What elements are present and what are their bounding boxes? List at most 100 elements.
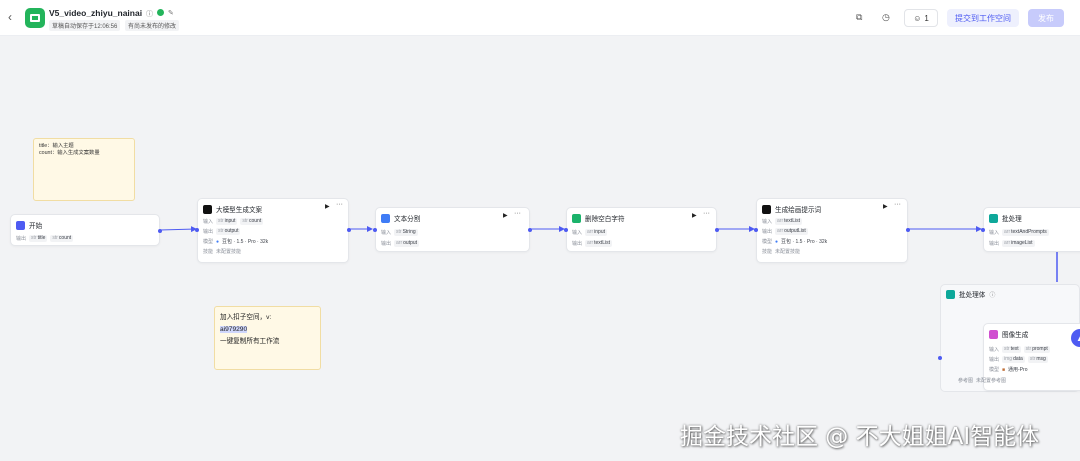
llm-icon <box>203 204 212 214</box>
param-chip: strtitle <box>29 235 48 242</box>
param-chip: strinput <box>216 218 238 225</box>
row-label: 输出 <box>16 236 27 242</box>
publish-button[interactable]: 发布 <box>1028 9 1064 27</box>
param-chip: arroutputList <box>775 228 808 235</box>
edge-start-llm1 <box>159 226 197 233</box>
row-label: 输出 <box>381 241 392 247</box>
history-icon[interactable]: ◷ <box>882 12 890 23</box>
node-text-split[interactable]: 文本分割 ▶ ··· 输入 strString 输出 arroutput <box>373 207 532 252</box>
node-remove-whitespace[interactable]: 删除空白字符 ▶ ··· 输入 arrinput 输出 arrtextList <box>564 207 719 252</box>
output-handle[interactable] <box>715 228 719 232</box>
collaborators-count: 1 <box>924 13 929 23</box>
workflow-logo-icon <box>25 8 45 28</box>
input-handle[interactable] <box>754 228 758 232</box>
param-chip: arrimageList <box>1002 240 1035 247</box>
skill-value: 未配置技能 <box>775 249 801 255</box>
batch-body-icon <box>946 289 955 299</box>
autosave-status: 草稿自动保存于12:06:56 <box>49 20 121 31</box>
param-chip: strString <box>394 229 418 236</box>
more-icon[interactable]: ··· <box>894 201 901 208</box>
row-label: 输出 <box>572 241 583 247</box>
node-title: 生成绘画提示词 <box>775 207 822 214</box>
start-icon <box>16 220 25 230</box>
node-batch[interactable]: 批处理 输入 arrtextAndPrompts 输出 arrimageList <box>981 207 1080 252</box>
param-chip: arrtextList <box>585 240 612 247</box>
node-llm-copywriting[interactable]: 大模型生成文案 ▶ ··· 输入 strinput strcount 输出 st… <box>195 198 351 263</box>
note-line-title: title：输入主题 <box>39 143 74 149</box>
param-chip: arrtextAndPrompts <box>1002 229 1049 236</box>
users-icon: ☺ <box>913 13 922 23</box>
more-icon[interactable]: ··· <box>336 201 343 208</box>
model-name: 豆包 · 1.5 · Pro · 32k <box>222 239 269 245</box>
input-handle[interactable] <box>564 228 568 232</box>
node-image-generation[interactable]: 图像生成 输入 strtext strprompt 输出 imgdata str… <box>958 323 1080 391</box>
param-chip: stroutput <box>216 228 241 235</box>
param-chip: arrinput <box>585 229 607 236</box>
node-title: 文本分割 <box>394 216 421 223</box>
row-label: 输入 <box>572 230 583 236</box>
input-handle[interactable] <box>195 228 199 232</box>
comment-note-promo[interactable]: 加入扣子空间，v: ai979290 一键复制所有工作流 <box>214 306 321 370</box>
doubao-icon: ● <box>775 238 779 245</box>
skill-value: 未配置技能 <box>216 249 242 255</box>
row-label: 输入 <box>203 219 214 225</box>
doubao-icon: ● <box>216 238 220 245</box>
run-icon[interactable]: ▶ <box>503 212 508 219</box>
back-icon[interactable]: ‹ <box>8 10 12 24</box>
input-handle[interactable] <box>981 228 985 232</box>
row-label: 技能 <box>762 249 773 255</box>
row-label: 模型 <box>762 239 773 245</box>
node-llm-painting-prompts[interactable]: 生成绘画提示词 ▶ ··· 输入 arrtextList 输出 arroutpu… <box>754 198 910 263</box>
row-label: 输出 <box>989 357 1000 363</box>
row-label: 模型 <box>989 367 1000 373</box>
node-start[interactable]: 开始 输出 strtitle strcount <box>10 214 162 246</box>
run-icon[interactable]: ▶ <box>883 203 888 210</box>
output-handle[interactable] <box>906 228 910 232</box>
workflow-title: V5_video_zhiyu_nainai <box>49 8 143 18</box>
batch-body-title: 批处理体 <box>959 292 986 299</box>
row-label: 输入 <box>381 230 392 236</box>
node-title: 大模型生成文案 <box>216 207 263 214</box>
note-promo-line3: 一键复制所有工作流 <box>220 338 280 345</box>
note-promo-contact: ai979290 <box>220 326 248 333</box>
param-chip: arrtextList <box>775 218 802 225</box>
row-label: 模型 <box>203 239 214 245</box>
row-label: 输入 <box>989 230 1000 236</box>
model-name: 通用-Pro <box>1008 367 1028 373</box>
model-name: 豆包 · 1.5 · Pro · 32k <box>781 239 828 245</box>
input-handle[interactable] <box>373 228 377 232</box>
reference-value: 未配置参考图 <box>976 378 1007 384</box>
input-handle[interactable] <box>938 356 942 360</box>
batch-icon <box>989 213 998 223</box>
info-icon[interactable]: ⓘ <box>146 9 153 19</box>
code-icon <box>572 213 581 223</box>
submit-to-workspace-button[interactable]: 提交到工作空间 <box>947 9 1019 27</box>
more-icon[interactable]: ··· <box>703 210 710 217</box>
collaborators-button[interactable]: ☺ 1 <box>904 9 938 27</box>
llm-icon <box>762 204 771 214</box>
more-icon[interactable]: ··· <box>514 210 521 217</box>
output-handle[interactable] <box>158 229 162 233</box>
output-handle[interactable] <box>528 228 532 232</box>
copy-icon[interactable]: ⧉ <box>856 12 862 23</box>
node-title: 批处理 <box>1002 216 1022 223</box>
note-promo-line1: 加入扣子空间，v: <box>220 314 272 321</box>
edit-icon[interactable]: ✎ <box>168 9 174 17</box>
image-icon <box>989 329 998 339</box>
node-title: 删除空白字符 <box>585 216 625 223</box>
comment-note-params[interactable]: title：输入主题 count：输入生成文案数量 <box>33 138 135 201</box>
watermark: 掘金技术社区 @ 不大姐姐AI智能体 <box>680 424 1040 450</box>
output-handle[interactable] <box>347 228 351 232</box>
param-chip: strcount <box>240 218 264 225</box>
param-chip: strprompt <box>1023 346 1050 353</box>
node-title: 开始 <box>29 223 43 230</box>
info-icon[interactable]: ⓘ <box>989 290 995 299</box>
param-chip: strtext <box>1002 346 1021 353</box>
run-icon[interactable]: ▶ <box>325 203 330 210</box>
run-icon[interactable]: ▶ <box>692 212 697 219</box>
published-check-icon <box>157 9 164 16</box>
unpublished-status: 有尚未发布的修改 <box>125 20 180 31</box>
param-chip: arroutput <box>394 240 420 247</box>
row-label: 参考图 <box>958 378 974 384</box>
workflow-canvas[interactable]: title：输入主题 count：输入生成文案数量 加入扣子空间，v: ai97… <box>0 36 1080 461</box>
